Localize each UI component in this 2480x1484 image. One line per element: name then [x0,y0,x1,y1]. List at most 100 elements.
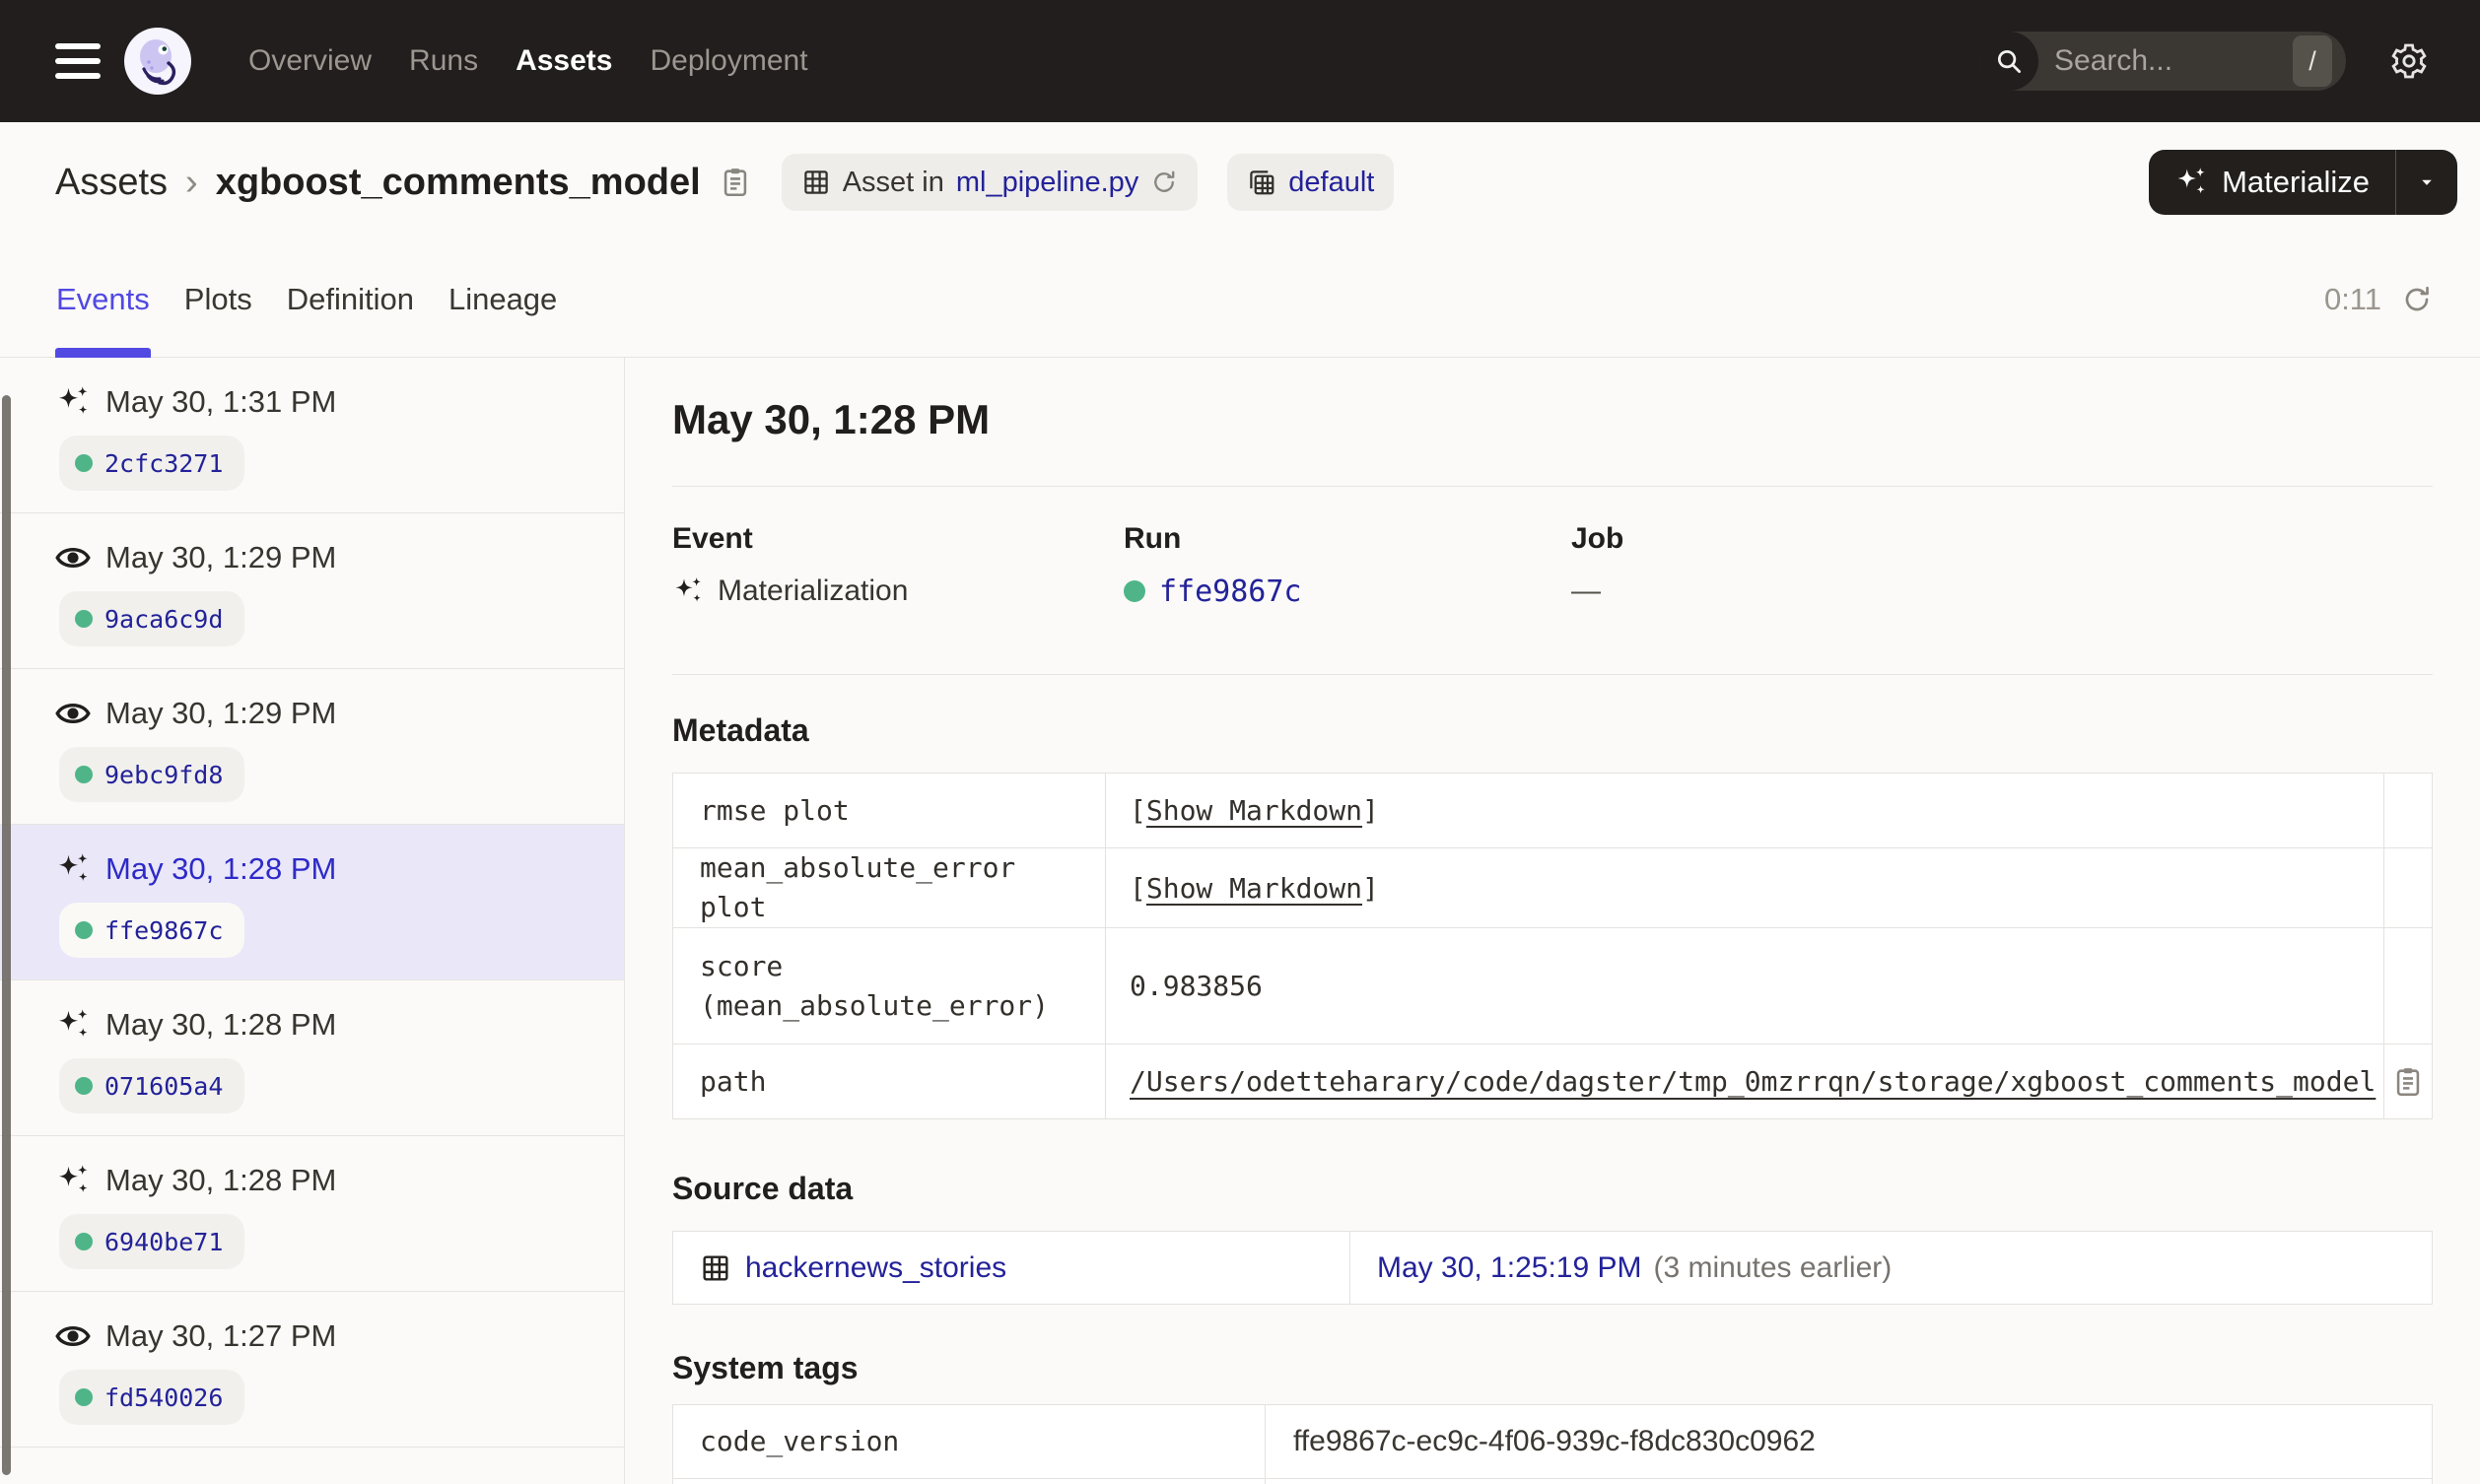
dagster-logo[interactable] [122,26,193,97]
breadcrumb-assets-link[interactable]: Assets [55,162,168,204]
event-list-item[interactable]: May 30, 1:31 PM 2cfc3271 [0,358,624,513]
metadata-heading: Metadata [672,712,809,748]
run-id-link[interactable]: 071605a4 [104,1072,223,1101]
sparkle-icon [2174,166,2208,199]
nav-link-deployment[interactable]: Deployment [648,36,809,86]
event-list-item[interactable]: May 30, 1:29 PM 9ebc9fd8 [0,669,624,825]
table-icon [700,1252,731,1284]
global-search[interactable]: / [1979,32,2346,91]
run-status-dot [75,921,93,939]
metadata-text-value: 0.983856 [1130,970,1263,1002]
dagster-asset-page: Overview Runs Assets Deployment / Assets [0,0,2480,1484]
run-id-link[interactable]: 6940be71 [104,1228,223,1256]
sparkle-icon [672,575,704,607]
metadata-key: score (mean_absolute_error) [672,927,1106,1045]
tab-definition[interactable]: Definition [286,242,415,357]
event-list-item[interactable]: May 30, 1:28 PM 6940be71 [0,1136,624,1292]
run-id-link[interactable]: ffe9867c [104,916,223,945]
sparkle-icon [55,1163,91,1198]
materialize-button[interactable]: Materialize [2149,150,2395,215]
search-icon [1979,32,2038,91]
timer-countdown: 0:11 [2323,282,2381,316]
materialize-dropdown-button[interactable] [2396,150,2457,215]
event-list-item[interactable]: May 30, 1:28 PM ffe9867c [0,825,624,980]
source-timestamp-link[interactable]: May 30, 1:25:19 PM [1377,1251,1641,1284]
run-id-link[interactable]: 9aca6c9d [104,605,223,634]
event-timestamp-title: May 30, 1:28 PM [672,396,991,442]
sidebar-scrollbar-thumb[interactable] [2,395,11,1475]
event-list-item[interactable]: May 30, 1:29 PM 9aca6c9d [0,513,624,669]
event-list-item[interactable]: May 30, 1:28 PM 071605a4 [0,980,624,1136]
event-timestamp: May 30, 1:29 PM [105,696,337,730]
event-list-item[interactable]: May 30, 1:27 PM fd540026 [0,1292,624,1448]
nav-right-group: / [1979,32,2429,91]
dropdown-caret-icon [2422,179,2432,185]
event-list-sidebar: May 30, 1:31 PM 2cfc3271 May 30, 1:29 PM 9a… [0,358,625,1484]
source-data-table: hackernews_stories May 30, 1:25:19 PM (3 m… [672,1231,2433,1305]
refresh-icon[interactable] [2401,284,2433,315]
tab-lineage[interactable]: Lineage [448,242,558,357]
metadata-value: [Show Markdown] [1105,773,2384,848]
breadcrumb-row: Assets › xgboost_comments_model Asset in… [0,122,2480,242]
content-area: May 30, 1:31 PM 2cfc3271 May 30, 1:29 PM 9a… [0,358,2480,1484]
run-id-link[interactable]: ffe9867c [1159,574,1302,609]
metadata-row: score (mean_absolute_error) 0.983856 [672,927,2433,1045]
metadata-spacer-cell [2383,773,2433,848]
event-run-job-grid: Event Materialization Run ffe9867c Job — [672,522,2433,611]
run-status-dot [75,766,93,783]
run-id-link[interactable]: fd540026 [104,1383,223,1412]
path-link[interactable]: /Users/odetteharary/code/dagster/tmp_0mz… [1130,1065,2376,1098]
tabs: Events Plots Definition Lineage [55,242,558,358]
run-id-link[interactable]: 9ebc9fd8 [104,761,223,789]
nav-link-assets[interactable]: Assets [514,36,614,86]
tab-events[interactable]: Events [55,242,151,358]
repo-default-link[interactable]: default [1288,167,1374,199]
run-badge[interactable]: 071605a4 [59,1058,245,1113]
run-badge[interactable]: 2cfc3271 [59,436,245,491]
run-badge[interactable]: ffe9867c [59,903,245,958]
metadata-row: rmse plot [Show Markdown] [672,773,2433,848]
system-tag-value: ffe9867c-ec9c-4f06-939c-f8dc830c0962 [1265,1404,2433,1479]
tab-plots[interactable]: Plots [183,242,253,357]
run-badge[interactable]: 9aca6c9d [59,591,245,646]
event-type-value: Materialization [718,574,909,607]
reload-definitions-icon[interactable] [1150,169,1178,196]
run-status-dot [75,1077,93,1095]
copy-asset-name-icon[interactable] [719,166,752,199]
system-tag-row: code_version ffe9867c-ec9c-4f06-939c-f8dc… [672,1404,2433,1479]
gear-icon[interactable] [2389,41,2429,81]
source-asset-link[interactable]: hackernews_stories [745,1251,1006,1285]
tab-bar: Events Plots Definition Lineage 0:11 [0,242,2480,358]
run-status-dot [75,1388,93,1406]
event-label: Event [672,522,753,555]
asset-in-label: Asset in [842,166,944,198]
run-badge[interactable]: 9ebc9fd8 [59,747,245,802]
hamburger-menu-icon[interactable] [55,43,101,79]
event-list: May 30, 1:31 PM 2cfc3271 May 30, 1:29 PM 9a… [0,358,624,1448]
source-relative-time: (3 minutes earlier) [1653,1250,1893,1284]
run-status-dot [75,610,93,628]
job-value: — [1571,574,1601,607]
run-id-link[interactable]: 2cfc3271 [104,449,223,478]
system-tags-table: code_version ffe9867c-ec9c-4f06-939c-f8dc… [672,1404,2433,1484]
copy-path-icon[interactable] [2391,1065,2425,1099]
metadata-key: mean_absolute_error plot [672,847,1106,928]
divider [672,674,2433,675]
system-tag-row-partial [672,1478,2433,1484]
sparkle-icon [55,1007,91,1043]
primary-nav-links: Overview Runs Assets Deployment [246,36,810,86]
show-markdown-link[interactable]: Show Markdown [1146,872,1362,905]
search-shortcut-key: / [2293,35,2332,87]
code-file-link[interactable]: ml_pipeline.py [956,167,1138,199]
run-badge[interactable]: fd540026 [59,1370,245,1425]
search-input[interactable] [2038,44,2293,78]
job-label: Job [1571,522,1624,555]
run-status-dot [75,454,93,472]
run-badge[interactable]: 6940be71 [59,1214,245,1269]
metadata-spacer-cell [2383,927,2433,1045]
show-markdown-link[interactable]: Show Markdown [1146,794,1362,827]
nav-link-overview[interactable]: Overview [246,36,374,86]
refresh-timer: 0:11 [2324,242,2433,357]
nav-link-runs[interactable]: Runs [407,36,480,86]
top-navigation-bar: Overview Runs Assets Deployment / [0,0,2480,122]
